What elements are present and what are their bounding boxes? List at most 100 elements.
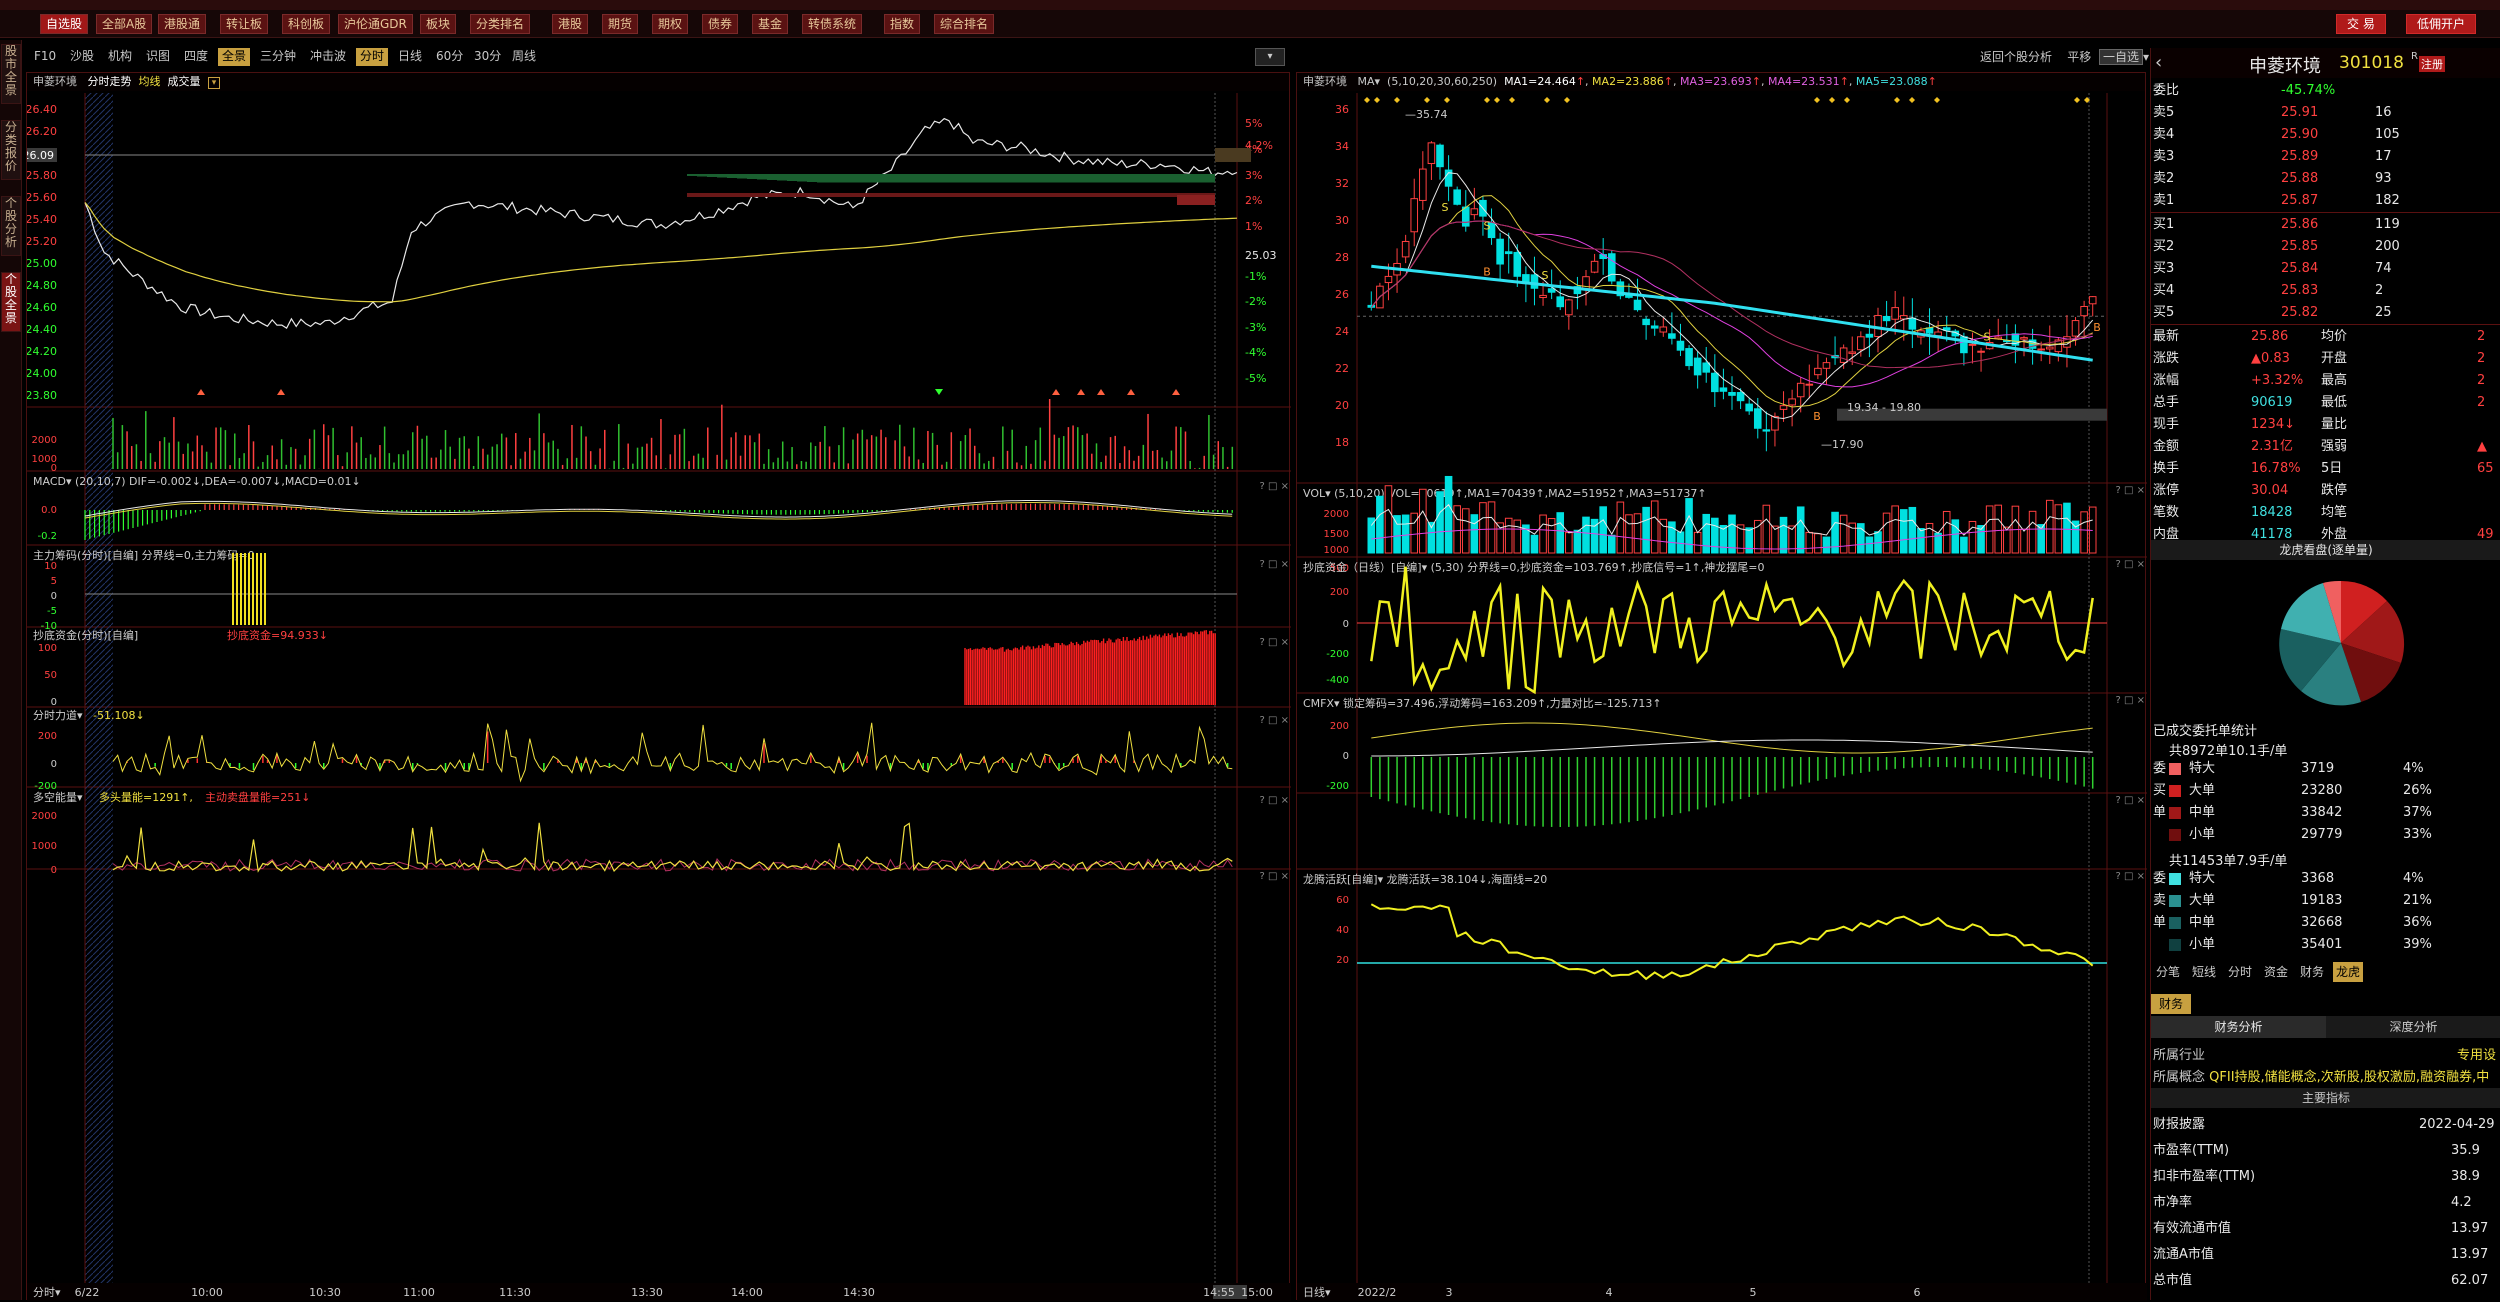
quote-tab-0[interactable]: 分笔	[2153, 962, 2183, 982]
side-tab-stock-panorama[interactable]: 个股全景	[1, 272, 21, 332]
candle-body	[1685, 348, 1693, 367]
toolbar-item-6[interactable]: 板块	[420, 14, 457, 34]
quote-tab-3[interactable]: 资金	[2261, 962, 2291, 982]
trade-button[interactable]: 交 易	[2336, 14, 2386, 34]
order-side-label: 买	[2153, 783, 2167, 798]
toolbar-item-14[interactable]: 指数	[884, 14, 921, 34]
toolbar-item-0[interactable]: 自选股	[40, 14, 89, 34]
open-account-button[interactable]: 低佣开户	[2406, 14, 2477, 34]
left-tab-5[interactable]: 全景	[218, 48, 251, 66]
industry-value: 专用设	[2457, 1048, 2497, 1063]
mid-price-label: 25.03	[1245, 249, 1277, 262]
kline-vol-bar	[1401, 514, 1410, 554]
date-axis-bg	[1297, 1283, 2147, 1301]
toolbar-item-8[interactable]: 港股	[552, 14, 589, 34]
toolbar-item-11[interactable]: 债券	[702, 14, 739, 34]
trade-marker	[197, 389, 205, 395]
left-tab-8[interactable]: 分时	[356, 48, 389, 66]
event-marker	[1364, 97, 1370, 103]
period-dropdown[interactable]: ▾	[1255, 48, 1285, 66]
sell-level-label: 卖4	[2153, 127, 2175, 142]
sell-price: 25.88	[2281, 171, 2319, 186]
quote-tab-5[interactable]: 龙虎	[2333, 962, 2364, 982]
price-label: 24.20	[27, 345, 57, 358]
toolbar-item-2[interactable]: 港股通	[158, 14, 207, 34]
quote-row: 涨幅 +3.32% 最高 2	[2151, 370, 2485, 392]
toolbar-item-1[interactable]: 全部A股	[96, 14, 153, 34]
dkn-label: 多空能量▾	[33, 790, 83, 804]
kline-vol-bar	[1745, 527, 1753, 554]
watchlist-select[interactable]: 一自选	[2098, 49, 2143, 65]
back-chevron-icon[interactable]: ‹	[2155, 52, 2162, 73]
toolbar-item-7[interactable]: 分类排名	[470, 14, 531, 34]
toolbar-item-9[interactable]: 期货	[602, 14, 639, 34]
quote-tab-1[interactable]: 短线	[2189, 962, 2219, 982]
toolbar-item-3[interactable]: 转让板	[220, 14, 269, 34]
kline-vol-bar	[1891, 505, 1899, 554]
price-line	[84, 117, 1238, 329]
left-tab-6[interactable]: 三分钟	[256, 48, 300, 66]
quote-tab-4[interactable]: 财务	[2297, 962, 2327, 982]
buy-row: 买3 25.84 74	[2151, 258, 2392, 280]
side-tab-category-quotes[interactable]: 分类报价	[1, 120, 21, 180]
quote-tab-2[interactable]: 分时	[2225, 962, 2255, 982]
order-type: 中单	[2189, 915, 2216, 930]
toolbar-item-4[interactable]: 科创板	[282, 14, 331, 34]
main-toolbar: 自选股 全部A股 港股通 转让板 科创板 沪伦通GDR 板块 分类排名 港股 期货 期权 债券 基金 转债…	[0, 10, 2500, 38]
pct-label: -2%	[1245, 295, 1266, 308]
toolbar-item-10[interactable]: 期权	[652, 14, 689, 34]
left-tab-0[interactable]: F10	[30, 48, 60, 66]
finance-tab[interactable]: 财务	[2151, 994, 2191, 1014]
side-tab-market-overview[interactable]: 股市全景	[1, 44, 21, 104]
back-to-analysis-link[interactable]: 返回个股分析	[1980, 50, 2052, 64]
order-side-label: 委	[2153, 871, 2167, 886]
left-tab-4[interactable]: 四度	[180, 48, 212, 66]
side-nav: 股市全景 分类报价 个股分析 个股全景	[0, 40, 22, 1300]
sell-signal: S	[1984, 330, 1991, 343]
time-label: 10:30	[309, 1286, 341, 1299]
industry-row: 所属行业	[2153, 1048, 2206, 1063]
buy-total: 共8972单10.1手/单	[2169, 744, 2288, 759]
sell-row: 卖1 25.87 182	[2151, 190, 2400, 212]
left-tab-7[interactable]: 冲击波	[306, 48, 350, 66]
toolbar-item-12[interactable]: 基金	[752, 14, 789, 34]
event-marker	[1814, 97, 1820, 103]
left-tab-12[interactable]: 周线	[508, 48, 540, 66]
zlcm-axis: 5	[51, 576, 57, 587]
buy-signal: B	[2093, 321, 2101, 334]
quote-title-bar: ‹ 申菱环境 301018 R 注册	[2151, 48, 2500, 78]
toolbar-item-13[interactable]: 转债系统	[802, 14, 863, 34]
finance-analysis-tab[interactable]: 财务分析	[2151, 1016, 2326, 1038]
sell-level-label: 卖3	[2153, 149, 2175, 164]
toolbar-item-15[interactable]: 综合排名	[934, 14, 995, 34]
kline-vol-bar	[1676, 531, 1685, 554]
sell-vol: 182	[2375, 193, 2400, 208]
pane-controls-icon: ? □ ×	[1260, 637, 1290, 648]
left-tab-1[interactable]: 沙股	[66, 48, 98, 66]
fin-value: 4.2	[2451, 1195, 2472, 1210]
left-tab-9[interactable]: 日线	[394, 48, 426, 66]
deep-analysis-tab[interactable]: 深度分析	[2326, 1016, 2500, 1038]
left-tab-10[interactable]: 60分	[432, 48, 467, 66]
order-row: 委 特大 3368 4%	[2151, 868, 2424, 890]
candle-body	[1848, 351, 1857, 354]
candle-body	[1891, 307, 1899, 320]
order-pct: 21%	[2403, 893, 2432, 908]
quote-label2: 跌停	[2321, 483, 2348, 498]
kline-chart: 36343230282624222018—35.7419.34 - 19.80—…	[1297, 93, 2147, 1301]
left-tab-3[interactable]: 识图	[142, 48, 174, 66]
left-tab-2[interactable]: 机构	[104, 48, 136, 66]
kline-panel: 申菱环境 MA▾ (5,10,20,30,60,250) MA1=24.464↑…	[1296, 72, 2147, 1301]
order-book: 委比 -45.74% 卖5 25.91 16 卖4 25.90 105 卖3 25.89 17 卖2 2…	[2151, 80, 2500, 580]
kline-vol-bar	[2020, 528, 2028, 554]
legend-swatch	[2169, 763, 2181, 775]
side-tab-stock-analysis[interactable]: 个股分析	[1, 196, 21, 256]
left-tab-11[interactable]: 30分	[470, 48, 505, 66]
wb-row: 委比 -45.74%	[2151, 80, 2381, 102]
translate-link[interactable]: 平移	[2067, 50, 2091, 64]
order-row: 单 中单 33842 37%	[2151, 802, 2432, 824]
quote-label: 金额	[2153, 439, 2180, 454]
quote-value: ▲0.83	[2251, 351, 2290, 366]
toolbar-item-5[interactable]: 沪伦通GDR	[338, 14, 413, 34]
kline-price-label: 24	[1335, 325, 1349, 338]
